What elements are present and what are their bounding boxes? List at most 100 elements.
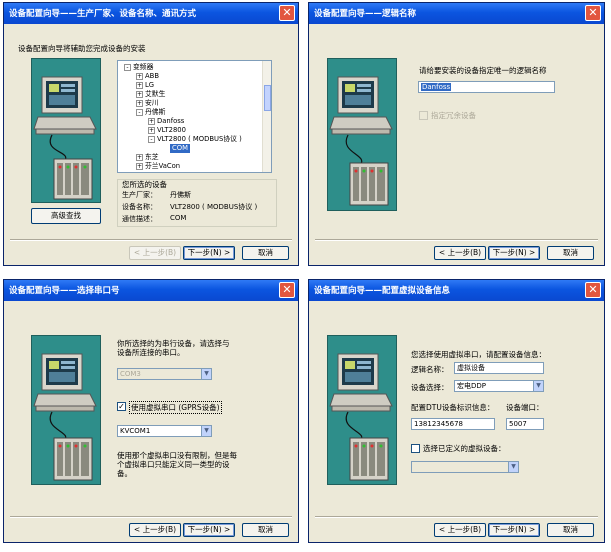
virtual-port-checkbox[interactable]: ✓: [117, 402, 126, 411]
dialog-title: 设备配置向导——逻辑名称: [314, 9, 417, 19]
cancel-button[interactable]: 取消: [242, 523, 289, 537]
back-button[interactable]: < 上一步(B): [434, 246, 486, 260]
cancel-button[interactable]: 取消: [547, 246, 594, 260]
expand-icon[interactable]: +: [136, 72, 143, 80]
next-button[interactable]: 下一步(N) >: [488, 523, 540, 537]
manufacturer-value: 丹佛斯: [170, 191, 191, 199]
selected-device-group: 您所选的设备 生产厂家： 丹佛斯 设备名称： VLT2800 ( MODBUS协…: [117, 179, 277, 227]
computer-illustration: [31, 58, 101, 203]
tree-item[interactable]: + VLT2800: [148, 126, 186, 135]
redundant-checkbox[interactable]: [419, 111, 428, 120]
expand-icon[interactable]: +: [136, 90, 143, 98]
chevron-down-icon[interactable]: ▼: [533, 381, 543, 391]
tree-item[interactable]: + 安川: [136, 99, 159, 108]
dtu-id-value: 13812345678: [414, 420, 463, 428]
logical-name-value: 虚拟设备: [457, 364, 485, 372]
tree-item[interactable]: + Danfoss: [148, 117, 184, 126]
tree-item[interactable]: + LG: [136, 81, 154, 90]
chevron-down-icon[interactable]: ▼: [201, 369, 211, 379]
device-select[interactable]: 宏电DDP ▼: [454, 380, 544, 392]
tree-item[interactable]: + 东芝: [136, 153, 159, 162]
tree-item[interactable]: - 变频器: [124, 63, 153, 72]
separator: [315, 516, 598, 518]
chevron-down-icon[interactable]: ▼: [508, 462, 518, 472]
dialog-title-bar[interactable]: 设备配置向导——配置虚拟设备信息: [309, 280, 604, 301]
computer-illustration: [327, 58, 397, 211]
back-button[interactable]: < 上一步(B): [129, 523, 181, 537]
expand-icon[interactable]: +: [136, 162, 143, 170]
com-port-select[interactable]: COM3 ▼: [117, 368, 212, 380]
dtu-label: 配置DTU设备标识信息：: [411, 403, 495, 412]
virtual-port-label: 使用虚拟串口 (GPRS设备): [129, 401, 222, 414]
expand-icon[interactable]: +: [148, 117, 155, 125]
separator: [315, 239, 598, 241]
expand-icon[interactable]: +: [136, 81, 143, 89]
device-tree[interactable]: - 变频器 + ABB + LG + 艾默生 + 安川 - 丹佛斯 + Danfoss + VL…: [117, 60, 272, 173]
close-icon[interactable]: ✕: [279, 282, 295, 298]
scrollbar-thumb[interactable]: [264, 85, 271, 111]
prompt-text: 您选择使用虚拟串口，请配置设备信息：: [411, 350, 546, 359]
dtu-id-input[interactable]: 13812345678: [411, 418, 495, 430]
advanced-search-button[interactable]: 高级查找: [31, 208, 101, 224]
dialog-title-bar[interactable]: 设备配置向导——生产厂家、设备名称、通讯方式: [4, 3, 298, 24]
computer-illustration: [327, 335, 397, 485]
next-button[interactable]: 下一步(N) >: [183, 246, 235, 260]
expand-icon[interactable]: +: [136, 153, 143, 161]
tree-item[interactable]: - 丹佛斯: [136, 108, 165, 117]
expand-icon[interactable]: +: [136, 99, 143, 107]
port-label: 设备端口：: [506, 403, 544, 412]
collapse-icon[interactable]: -: [136, 108, 143, 116]
separator: [10, 516, 292, 518]
back-button[interactable]: < 上一步(B): [129, 246, 181, 260]
dialog-manufacturer: 设备配置向导——生产厂家、设备名称、通讯方式 ✕ 设备配置向导将辅助您完成设备的…: [3, 2, 299, 266]
prompt-text: 请给要安装的设备指定唯一的逻辑名称: [419, 66, 547, 75]
back-button[interactable]: < 上一步(B): [434, 523, 486, 537]
next-button[interactable]: 下一步(N) >: [488, 246, 540, 260]
device-name-label: 设备名称：: [122, 203, 157, 211]
collapse-icon[interactable]: -: [148, 135, 155, 143]
redundant-label: 指定冗余设备: [431, 111, 476, 120]
logical-name-value: Danfoss: [421, 83, 452, 91]
port-input[interactable]: 5007: [506, 418, 544, 430]
logical-name-input[interactable]: Danfoss: [418, 81, 555, 93]
close-icon[interactable]: ✕: [585, 282, 601, 298]
note-line-3: 备。: [117, 469, 132, 478]
dialog-logical-name: 设备配置向导——逻辑名称 ✕ 请给要安装的设备指定唯一的逻辑名称 Danfoss…: [308, 2, 605, 266]
virtual-port-value: KVCOM1: [120, 427, 151, 435]
collapse-icon[interactable]: -: [124, 63, 131, 71]
dialog-select-serial-port: 设备配置向导——选择串口号 ✕ 你所选择的为串行设备，请选择与 设备所连接的串口…: [3, 279, 299, 543]
next-button[interactable]: 下一步(N) >: [183, 523, 235, 537]
dialog-virtual-device: 设备配置向导——配置虚拟设备信息 ✕ 您选择使用虚拟串口，请配置设备信息： 逻辑…: [308, 279, 605, 543]
manufacturer-label: 生产厂家：: [122, 191, 157, 199]
separator: [10, 239, 292, 241]
custom-device-checkbox[interactable]: [411, 444, 420, 453]
custom-device-select[interactable]: ▼: [411, 461, 519, 473]
tree-item[interactable]: + 艾默生: [136, 90, 165, 99]
chevron-down-icon[interactable]: ▼: [201, 426, 211, 436]
logical-name-label: 逻辑名称：: [411, 365, 449, 374]
device-name-value: VLT2800 ( MODBUS协议 ): [170, 203, 258, 211]
computer-illustration: [31, 335, 101, 485]
tree-item[interactable]: + ABB: [136, 72, 159, 81]
dialog-title-bar[interactable]: 设备配置向导——逻辑名称: [309, 3, 604, 24]
close-icon[interactable]: ✕: [279, 5, 295, 21]
group-title: 您所选的设备: [122, 180, 167, 189]
comm-label: 通信描述：: [122, 215, 157, 223]
com-port-value: COM3: [120, 370, 141, 378]
intro-text: 设备配置向导将辅助您完成设备的安装: [18, 44, 146, 53]
tree-item[interactable]: + 芬兰VaCon: [136, 162, 180, 171]
tree-item-selected[interactable]: COM: [170, 144, 190, 153]
close-icon[interactable]: ✕: [585, 5, 601, 21]
tree-scrollbar[interactable]: [262, 61, 271, 172]
logical-name-input[interactable]: 虚拟设备: [454, 362, 544, 374]
tree-item[interactable]: - VLT2800 ( MODBUS协议 ): [148, 135, 242, 144]
virtual-port-select[interactable]: KVCOM1 ▼: [117, 425, 212, 437]
note-line-2: 个虚拟串口只能定义同一类型的设: [117, 460, 230, 469]
cancel-button[interactable]: 取消: [242, 246, 289, 260]
cancel-button[interactable]: 取消: [547, 523, 594, 537]
expand-icon[interactable]: +: [148, 126, 155, 134]
dialog-title-bar[interactable]: 设备配置向导——选择串口号: [4, 280, 298, 301]
comm-value: COM: [170, 214, 187, 222]
device-select-value: 宏电DDP: [457, 382, 487, 390]
prompt-line-2: 设备所连接的串口。: [117, 348, 185, 357]
